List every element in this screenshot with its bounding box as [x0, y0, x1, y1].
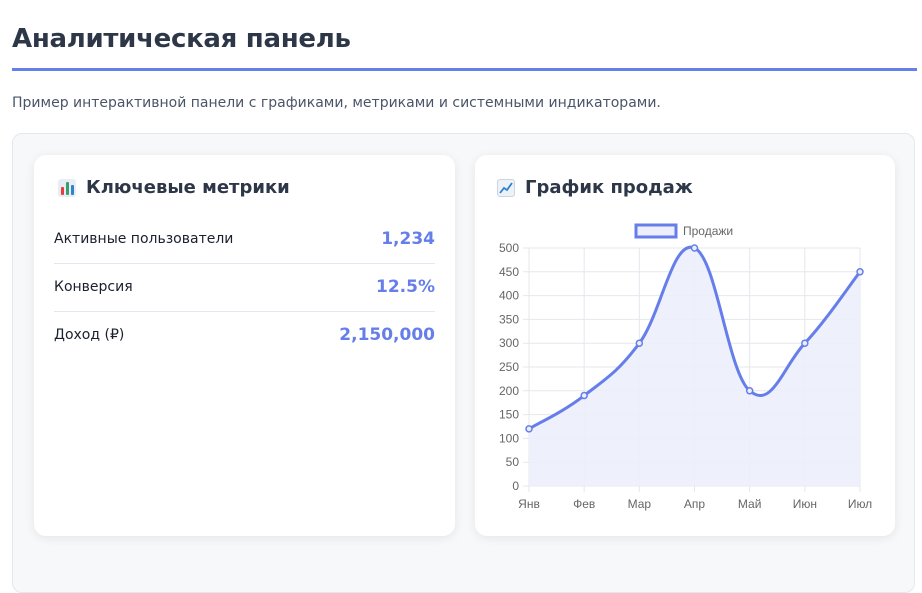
- metric-row-revenue: Доход (₽) 2,150,000: [54, 325, 435, 345]
- sales-chart: 0 50 100 150 200 250 300 350 400 450 500 Янв Фев Мар А…: [499, 223, 872, 511]
- metric-label: Доход (₽): [54, 327, 125, 343]
- y-tick-label: 400: [499, 289, 519, 303]
- y-tick-label: 150: [499, 408, 519, 422]
- x-tick-label: Мар: [628, 497, 652, 511]
- metrics-card-title: Ключевые метрики: [86, 177, 290, 198]
- x-tick-label: Май: [738, 497, 762, 511]
- metric-divider: [54, 263, 435, 264]
- chart-card-header: График продаж: [497, 177, 693, 198]
- page-description: Пример интерактивной панели с графиками,…: [12, 95, 661, 111]
- metric-label: Конверсия: [54, 279, 133, 295]
- data-point: [635, 339, 644, 347]
- metric-label: Активные пользователи: [54, 231, 234, 247]
- y-tick-label: 450: [499, 265, 519, 279]
- y-tick-label: 250: [499, 360, 519, 374]
- y-tick-label: 0: [512, 479, 519, 493]
- metric-row-active-users: Активные пользователи 1,234: [54, 229, 435, 249]
- metric-divider: [54, 311, 435, 312]
- y-tick-label: 100: [499, 431, 519, 445]
- y-tick-label: 300: [499, 336, 519, 350]
- legend-swatch: [634, 223, 678, 239]
- line-chart-icon: [497, 178, 515, 197]
- x-tick-label: Фев: [573, 497, 595, 511]
- chart-card-title: График продаж: [525, 177, 693, 198]
- data-point: [580, 391, 588, 400]
- metric-value: 12.5%: [376, 277, 435, 297]
- metrics-card-header: Ключевые метрики: [58, 177, 290, 198]
- legend-label: Продажи: [683, 224, 733, 238]
- x-tick-label: Апр: [684, 497, 706, 511]
- metric-value: 1,234: [381, 229, 435, 249]
- y-tick-label: 500: [499, 241, 519, 255]
- data-point: [745, 387, 754, 395]
- x-tick-label: Июл: [848, 497, 872, 511]
- title-underline: [12, 68, 917, 71]
- page-title: Аналитическая панель: [12, 24, 351, 54]
- y-tick-label: 50: [506, 455, 520, 469]
- metrics-card: [34, 155, 455, 536]
- data-point: [690, 244, 699, 252]
- data-point: [801, 339, 809, 347]
- data-point: [525, 425, 533, 433]
- x-tick-label: Июн: [793, 497, 817, 511]
- data-point: [856, 268, 864, 276]
- metric-value: 2,150,000: [339, 325, 435, 345]
- y-tick-label: 350: [499, 312, 519, 326]
- bar-chart-icon: [58, 178, 76, 197]
- y-tick-label: 200: [499, 384, 519, 398]
- metric-row-conversion: Конверсия 12.5%: [54, 277, 435, 297]
- x-tick-label: Янв: [518, 497, 540, 511]
